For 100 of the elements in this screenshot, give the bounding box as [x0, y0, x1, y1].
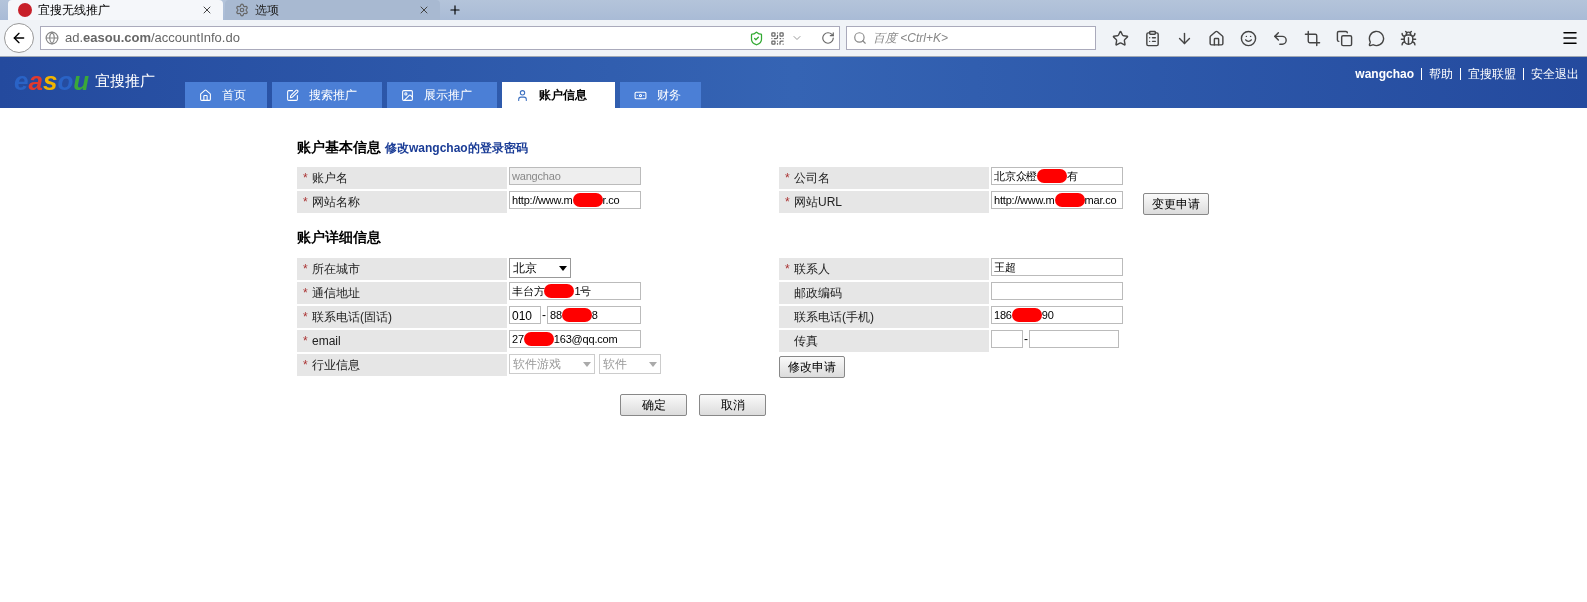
field-label: * email [297, 330, 507, 352]
copy-icon[interactable] [1336, 29, 1353, 47]
clipboard-icon[interactable] [1144, 29, 1161, 47]
home-icon [199, 88, 213, 102]
field-value: http://www.m [994, 192, 1055, 208]
close-icon[interactable] [418, 4, 430, 16]
text-field[interactable] [1029, 330, 1119, 348]
field-value: http://www.m [512, 192, 573, 208]
field-label: 传真 [779, 330, 989, 352]
chat-bubble-icon[interactable] [1368, 29, 1385, 47]
nav-tab[interactable]: 账户信息 [502, 82, 616, 108]
header-link[interactable]: 宜搜联盟 [1468, 65, 1516, 83]
section-title: 账户详细信息 [297, 228, 382, 247]
required-mark: * [785, 170, 791, 187]
text-field[interactable] [991, 282, 1123, 300]
field-label: * 账户名 [297, 167, 507, 189]
browser-tab[interactable]: 宜搜无线推广 [8, 0, 223, 20]
field-value: 8 [591, 307, 598, 323]
field-value: wangchao [512, 168, 561, 184]
field-label: * 通信地址 [297, 282, 507, 304]
required-mark: * [303, 333, 309, 350]
caret-icon [583, 361, 591, 367]
nav-tab[interactable]: 搜索推广 [272, 82, 383, 108]
image-icon [401, 88, 415, 102]
text-field[interactable] [991, 330, 1023, 348]
nav-tab[interactable]: 财务 [620, 82, 702, 108]
field-value: 北京众橙 [994, 168, 1038, 184]
dash-separator: - [1023, 331, 1029, 348]
field-value: r.co [602, 192, 620, 208]
field-label: * 公司名 [779, 167, 989, 189]
field-label: * 所在城市 [297, 258, 507, 280]
redaction-mark [572, 193, 603, 207]
change-password-link[interactable]: 修改wangchao的登录密码 [385, 139, 528, 157]
search-placeholder: 百度 <Ctrl+K> [873, 30, 949, 47]
field-label: * 联系电话(固话) [297, 306, 507, 328]
header-link[interactable]: 帮助 [1429, 65, 1453, 83]
text-field[interactable]: 27 163@qq.com [509, 330, 641, 348]
reload-icon[interactable] [821, 31, 835, 45]
caret-icon [559, 265, 567, 271]
field-value: 90 [1041, 307, 1054, 323]
required-mark: * [303, 194, 309, 211]
shield-icon [749, 30, 764, 46]
section-title: 账户基本信息 [297, 138, 381, 157]
menu-icon[interactable] [1561, 29, 1579, 47]
search-field[interactable]: 百度 <Ctrl+K> [846, 26, 1096, 50]
address-bar[interactable]: ad.easou.com/accountInfo.do [40, 26, 840, 50]
edit-icon [286, 88, 300, 102]
nav-tab[interactable]: 展示推广 [387, 82, 498, 108]
nav-tab[interactable]: 首页 [185, 82, 268, 108]
field-value: 王超 [994, 259, 1016, 275]
crop-icon[interactable] [1304, 29, 1321, 47]
modify-request-button[interactable]: 修改申请 [779, 356, 845, 378]
cancel-button[interactable]: 取消 [699, 394, 766, 416]
text-field[interactable]: 北京众橙 有 [991, 167, 1123, 185]
dropdown-value: 北京 [513, 260, 537, 277]
site-logo: easou [14, 65, 90, 98]
bookmark-star-icon[interactable] [1112, 29, 1129, 47]
text-field[interactable]: 丰台方 1号 [509, 282, 641, 300]
tab-title: 宜搜无线推广 [38, 2, 111, 19]
undo-icon[interactable] [1272, 29, 1289, 47]
header-link[interactable]: 安全退出 [1531, 65, 1579, 83]
field-label: * 联系人 [779, 258, 989, 280]
text-field[interactable]: 88 8 [547, 306, 641, 324]
text-field[interactable]: 010 [509, 306, 541, 324]
new-tab-icon[interactable] [448, 3, 462, 17]
username-link[interactable]: wangchao [1355, 65, 1414, 83]
field-value: 163@qq.com [553, 331, 618, 347]
required-mark: * [303, 309, 309, 326]
tab-title: 选项 [255, 2, 280, 19]
home-icon[interactable] [1208, 29, 1225, 47]
dash-separator: - [541, 307, 547, 324]
field-value: 1号 [574, 283, 592, 299]
field-value: 27 [512, 331, 524, 347]
field-label: 邮政编码 [779, 282, 989, 304]
required-mark: * [785, 261, 791, 278]
dropdown[interactable]: 北京 [509, 258, 571, 278]
dropdown-value: 软件 [603, 356, 627, 373]
gear-icon [235, 3, 249, 17]
text-field[interactable]: 186 90 [991, 306, 1123, 324]
field-value: 010 [512, 309, 533, 323]
field-value: 丰台方 [512, 283, 545, 299]
required-mark: * [303, 170, 309, 187]
bug-icon[interactable] [1400, 29, 1417, 47]
field-value: 186 [994, 307, 1012, 323]
text-field[interactable]: http://www.m mar.co [991, 191, 1123, 209]
redaction-mark [1054, 193, 1085, 207]
close-icon[interactable] [201, 4, 213, 16]
dropdown-value: 软件游戏 [513, 356, 561, 373]
redaction-mark [544, 284, 575, 298]
change-request-button[interactable]: 变更申请 [1143, 193, 1209, 215]
back-button[interactable] [4, 23, 34, 53]
site-favicon-icon [18, 3, 32, 17]
field-value: 有 [1067, 168, 1078, 184]
redaction-mark [1037, 169, 1068, 183]
text-field[interactable]: 王超 [991, 258, 1123, 276]
browser-tab[interactable]: 选项 [225, 0, 440, 20]
text-field[interactable]: http://www.m r.co [509, 191, 641, 209]
confirm-button[interactable]: 确定 [620, 394, 687, 416]
globe-icon [45, 31, 59, 45]
smiley-icon[interactable] [1240, 29, 1257, 47]
